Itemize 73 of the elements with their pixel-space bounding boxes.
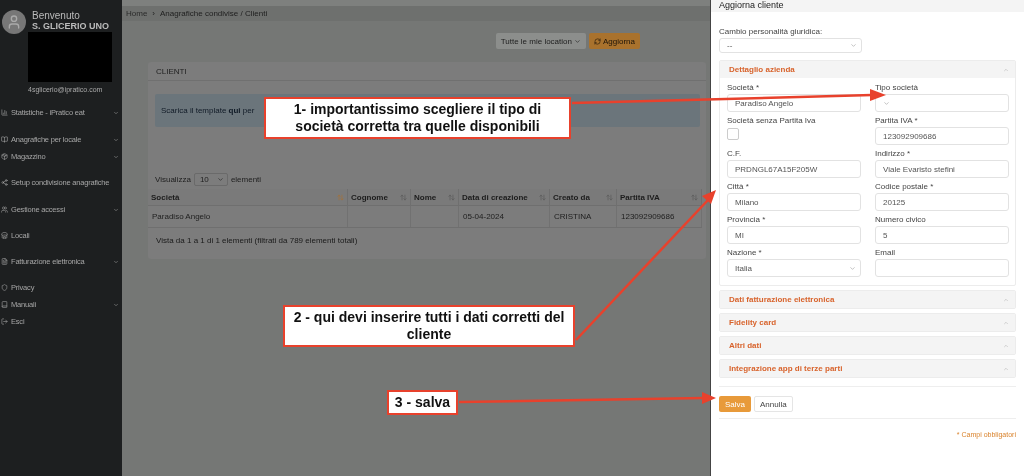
page-size-label: Visualizza [155,175,191,184]
column-header[interactable]: Data di creazione [459,189,550,206]
input-field[interactable]: PRDNGL67A15F205W [727,160,861,178]
input-field[interactable]: Viale Evaristo stefini [875,160,1009,178]
book-icon [1,301,8,308]
caret-icon [883,99,890,107]
caret-icon [573,37,581,45]
field-label: Tipo società [875,83,919,93]
users-icon [1,206,8,213]
column-header[interactable]: Società [148,189,348,206]
book-icon [1,136,8,143]
input-field[interactable]: MI [727,226,861,244]
table-cell: CRISTINA [550,206,617,228]
input-field[interactable] [875,259,1009,277]
chevron-up-icon [1003,342,1009,349]
field-label: Società senza Partita Iva [727,116,817,126]
breadcrumb-separator: › [152,9,155,18]
field-label: Partita IVA * [875,116,919,126]
select-field[interactable]: Italia [727,259,861,277]
store-icon [1,232,8,239]
location-dropdown-button[interactable]: Tutte le mie location [495,33,586,49]
chart-icon [1,109,8,116]
logout-icon [1,318,8,325]
column-header[interactable]: Creato da [550,189,617,206]
field-label: Indirizzo * [875,149,912,159]
input-field[interactable]: Milano [727,193,861,211]
chevron-up-icon [1003,319,1009,326]
shield-icon [1,284,8,291]
field-label: Numero civico [875,215,927,225]
refresh-button[interactable]: Aggiorna [588,33,640,49]
chevron-up-icon [1003,365,1009,372]
table-info: Vista da 1 a 1 di 1 elementi (filtrati da 789 elementi totali) [156,236,359,245]
caret-icon [850,42,857,49]
chevron-up-icon [1003,296,1009,303]
caret-icon [849,264,856,272]
card-title: CLIENTI [156,66,187,76]
table-cell: 123092909686 [617,206,702,228]
refresh-icon [593,37,601,45]
box-icon [1,153,8,160]
column-header[interactable]: Cognome [348,189,411,206]
field-label: Società * [727,83,761,93]
column-header[interactable]: Nome [411,189,459,206]
caret-icon [216,176,224,183]
field-label: Provincia * [727,215,767,225]
input-field[interactable]: 123092909686 [875,127,1009,145]
field-label: Email [875,248,896,258]
page-size-select[interactable]: 10 [193,173,228,186]
breadcrumb-current: Anagrafiche condivise / Clienti [160,9,268,18]
field-label: Città * [727,182,750,192]
field-label: C.F. [727,149,743,159]
input-field[interactable]: 20125 [875,193,1009,211]
field-label: Nazione * [727,248,763,258]
field-label: Cambio personalità giuridica: [719,27,824,37]
checkbox[interactable] [727,128,739,140]
cancel-button[interactable]: Annulla [754,396,793,412]
avatar [2,10,26,34]
callout: 2 - qui devi inserire tutti i dati corretti del cliente [283,305,575,347]
callout: 3 - salva [387,390,458,415]
user-name: S. GLICERIO UNO [32,21,110,32]
chevron-up-icon [1003,66,1009,73]
page-size-suffix: elementi [230,175,262,184]
column-header[interactable]: Partita IVA [617,189,702,206]
select-field[interactable] [875,94,1009,112]
table-cell: Paradiso Angelo [148,206,348,228]
share-icon [1,179,8,186]
callout: 1- importantissimo scegliere il tipo di società corretta tra quelle disponibili [264,97,571,139]
field-label: Codice postale * [875,182,935,192]
legal-form-select[interactable]: -- [719,38,862,53]
drawer-title: Aggiorna cliente [711,0,1024,12]
welcome-text: Benvenuto [32,10,81,21]
input-field[interactable]: 5 [875,226,1009,244]
document-icon [1,258,8,265]
table-cell: 05-04-2024 [459,206,550,228]
